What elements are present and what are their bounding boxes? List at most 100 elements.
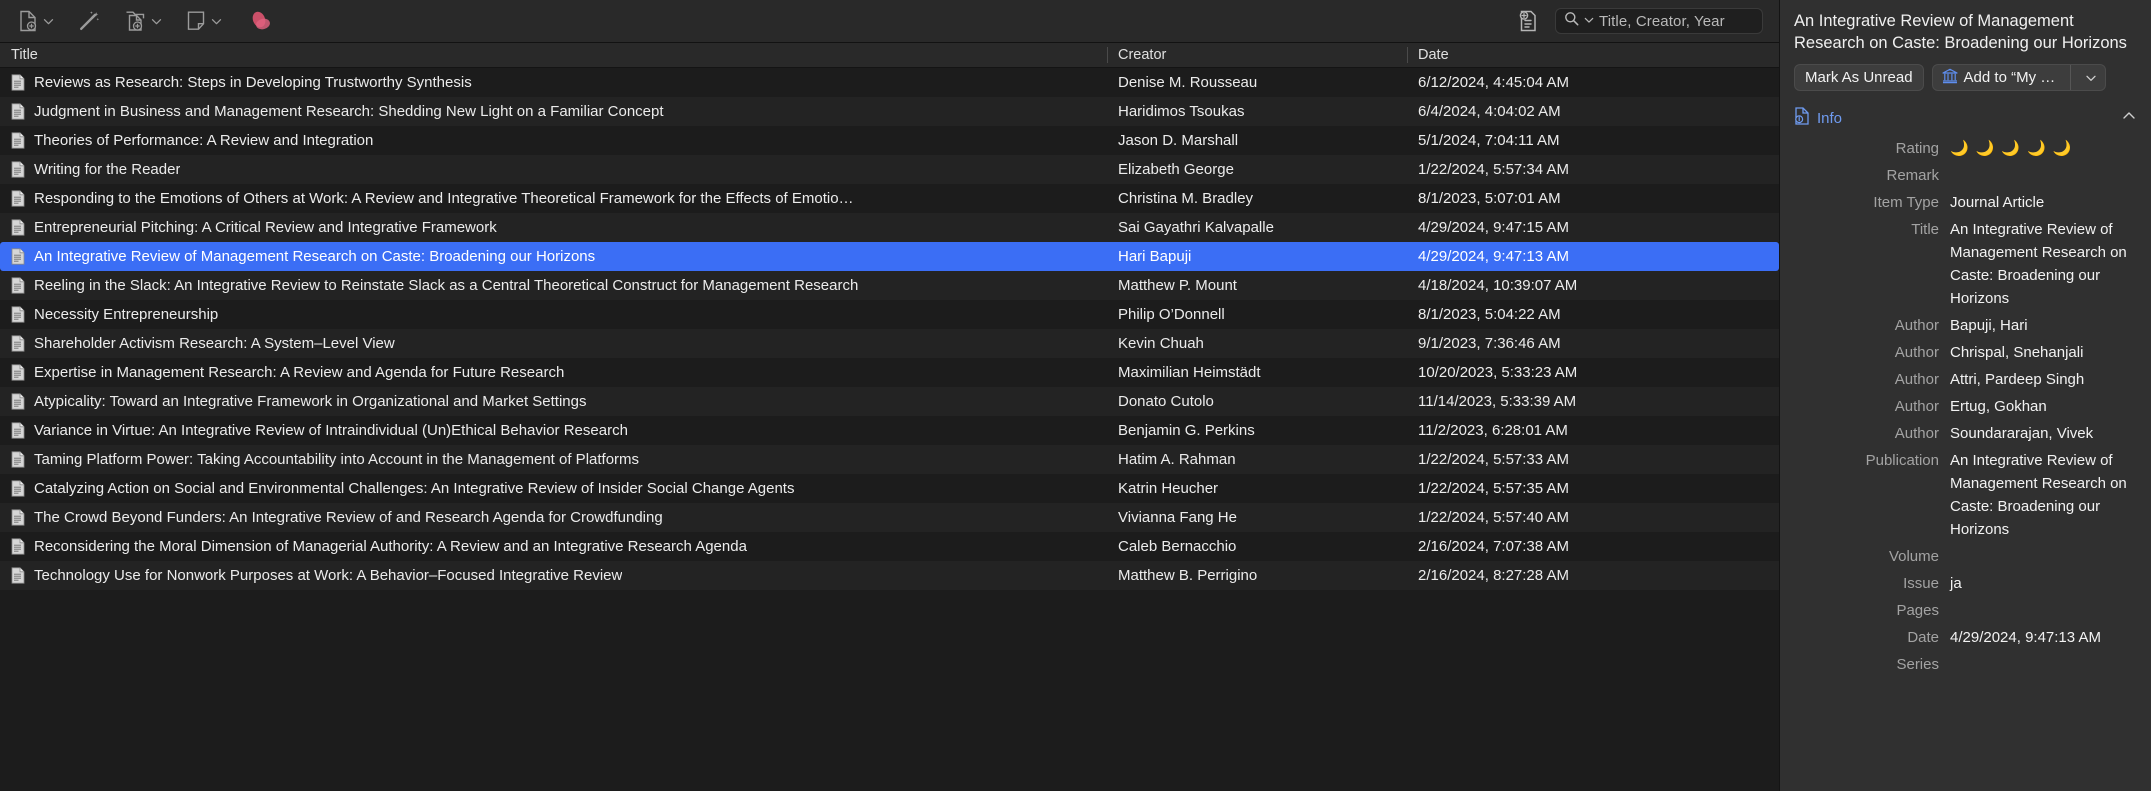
table-row[interactable]: Necessity Entrepreneurship Philip O’Donne… xyxy=(0,300,1779,329)
moon-icon[interactable]: 🌙 xyxy=(1950,137,1969,160)
add-to-collection-button[interactable]: Add to “My … xyxy=(1931,64,2107,91)
info-field-value[interactable]: ja xyxy=(1950,572,2137,595)
cell-title: Variance in Virtue: An Integrative Revie… xyxy=(0,422,1107,439)
document-icon xyxy=(11,393,25,410)
info-field-value[interactable]: 4/29/2024, 9:47:13 AM xyxy=(1950,626,2137,649)
search-input[interactable]: Title, Creator, Year xyxy=(1555,8,1763,34)
mark-as-unread-button[interactable]: Mark As Unread xyxy=(1794,64,1924,91)
document-icon xyxy=(11,161,25,178)
table-row[interactable]: Catalyzing Action on Social and Environm… xyxy=(0,474,1779,503)
item-title-text: Writing for the Reader xyxy=(34,161,181,178)
sidebar-action-buttons: Mark As Unread Add to “My … xyxy=(1780,54,2151,103)
item-title-text: Theories of Performance: A Review and In… xyxy=(34,132,374,149)
app-window: Title, Creator, Year Title Creator Date … xyxy=(0,0,2151,791)
document-icon xyxy=(11,219,25,236)
magic-wand-icon xyxy=(78,10,100,32)
document-icon xyxy=(11,567,25,584)
table-row[interactable]: Writing for the Reader Elizabeth George 1/… xyxy=(0,155,1779,184)
cell-creator: Denise M. Rousseau xyxy=(1118,74,1258,91)
document-icon xyxy=(11,132,25,149)
cell-date: 2/16/2024, 7:07:38 AM xyxy=(1418,538,1569,555)
table-row[interactable]: Expertise in Management Research: A Revi… xyxy=(0,358,1779,387)
info-field-label: Pages xyxy=(1896,602,1939,619)
table-row[interactable]: Shareholder Activism Research: A System–… xyxy=(0,329,1779,358)
table-row[interactable]: Atypicality: Toward an Integrative Frame… xyxy=(0,387,1779,416)
table-row[interactable]: Reeling in the Slack: An Integrative Rev… xyxy=(0,271,1779,300)
column-header-creator[interactable]: Creator xyxy=(1107,43,1407,67)
info-field-value[interactable]: Journal Article xyxy=(1950,191,2137,214)
info-field-value[interactable]: Ertug, Gokhan xyxy=(1950,395,2137,418)
cell-creator: Haridimos Tsoukas xyxy=(1118,103,1245,120)
moon-icon[interactable]: 🌙 xyxy=(2001,137,2020,160)
table-row[interactable]: Variance in Virtue: An Integrative Revie… xyxy=(0,416,1779,445)
info-field-label: Item Type xyxy=(1873,194,1939,211)
add-attachment-button[interactable] xyxy=(120,7,166,35)
item-title-text: Catalyzing Action on Social and Environm… xyxy=(34,480,795,497)
item-title-text: Reconsidering the Moral Dimension of Man… xyxy=(34,538,747,555)
moon-icon[interactable]: 🌙 xyxy=(1976,137,1995,160)
column-header-date[interactable]: Date xyxy=(1407,43,1779,67)
info-field-label: Author xyxy=(1894,425,1939,442)
cell-creator: Philip O’Donnell xyxy=(1118,306,1225,323)
info-row: Volume xyxy=(1780,543,2137,570)
chevron-down-icon xyxy=(43,16,54,27)
new-note-icon xyxy=(186,10,206,32)
info-field-value[interactable]: Attri, Pardeep Singh xyxy=(1950,368,2137,391)
table-row[interactable]: Responding to the Emotions of Others at … xyxy=(0,184,1779,213)
main-pane: Title, Creator, Year Title Creator Date … xyxy=(0,0,1779,791)
cell-date: 1/22/2024, 5:57:35 AM xyxy=(1418,480,1569,497)
cell-creator: Sai Gayathri Kalvapalle xyxy=(1118,219,1274,236)
chevron-up-icon[interactable] xyxy=(2121,108,2137,128)
add-by-identifier-button[interactable] xyxy=(74,7,104,35)
item-title-text: Responding to the Emotions of Others at … xyxy=(34,190,854,207)
table-row[interactable]: An Integrative Review of Management Rese… xyxy=(0,242,1779,271)
info-section-header[interactable]: Info xyxy=(1780,103,2151,135)
info-field-value[interactable]: An Integrative Review of Management Rese… xyxy=(1950,218,2137,310)
add-to-collection-chevron-icon[interactable] xyxy=(2077,65,2105,90)
table-row[interactable]: Theories of Performance: A Review and In… xyxy=(0,126,1779,155)
info-field-value[interactable]: Soundararajan, Vivek xyxy=(1950,422,2137,445)
document-icon xyxy=(11,422,25,439)
info-field-label: Rating xyxy=(1895,140,1939,157)
cell-title: Judgment in Business and Management Rese… xyxy=(0,103,1107,120)
moon-icon[interactable]: 🌙 xyxy=(2027,137,2046,160)
table-row[interactable]: Taming Platform Power: Taking Accountabi… xyxy=(0,445,1779,474)
search-scope-chevron-icon[interactable] xyxy=(1584,12,1594,30)
table-row[interactable]: Judgment in Business and Management Rese… xyxy=(0,97,1779,126)
cell-title: Reconsidering the Moral Dimension of Man… xyxy=(0,538,1107,555)
info-field-label: Issue xyxy=(1903,575,1939,592)
new-note-button[interactable] xyxy=(182,7,226,35)
cell-date: 6/12/2024, 4:45:04 AM xyxy=(1418,74,1569,91)
info-row: Series xyxy=(1780,651,2137,678)
column-header-creator-label: Creator xyxy=(1118,47,1167,63)
info-field-value[interactable]: Bapuji, Hari xyxy=(1950,314,2137,337)
cell-date: 11/14/2023, 5:33:39 AM xyxy=(1418,393,1577,410)
table-row[interactable]: Reviews as Research: Steps in Developing… xyxy=(0,68,1779,97)
info-row: Issue ja xyxy=(1780,570,2137,597)
table-row[interactable]: The Crowd Beyond Funders: An Integrative… xyxy=(0,503,1779,532)
column-header-title-label: Title xyxy=(11,47,38,63)
info-field-value[interactable]: 🌙 🌙 🌙 🌙 🌙 xyxy=(1950,137,2137,160)
rating-stars[interactable]: 🌙 🌙 🌙 🌙 🌙 xyxy=(1950,137,2129,160)
info-field-value[interactable]: An Integrative Review of Management Rese… xyxy=(1950,449,2137,541)
cell-date: 4/29/2024, 9:47:13 AM xyxy=(1418,248,1569,265)
cell-creator: Caleb Bernacchio xyxy=(1118,538,1237,555)
cell-creator: Hari Bapuji xyxy=(1118,248,1192,265)
moon-icon[interactable]: 🌙 xyxy=(2053,137,2072,160)
document-icon xyxy=(11,509,25,526)
info-row: Rating 🌙 🌙 🌙 🌙 🌙 xyxy=(1780,135,2137,162)
table-row[interactable]: Technology Use for Nonwork Purposes at W… xyxy=(0,561,1779,590)
item-title-text: The Crowd Beyond Funders: An Integrative… xyxy=(34,509,663,526)
info-row: Pages xyxy=(1780,597,2137,624)
column-header-title[interactable]: Title xyxy=(0,43,1107,67)
info-field-value[interactable]: Chrispal, Snehanjali xyxy=(1950,341,2137,364)
cell-creator: Maximilian Heimstädt xyxy=(1118,364,1261,381)
locate-icon[interactable] xyxy=(1515,8,1541,34)
button-divider xyxy=(2070,65,2072,90)
info-field-label: Author xyxy=(1894,371,1939,388)
new-item-button[interactable] xyxy=(14,7,58,35)
table-row[interactable]: Entrepreneurial Pitching: A Critical Rev… xyxy=(0,213,1779,242)
info-row: Remark xyxy=(1780,162,2137,189)
table-row[interactable]: Reconsidering the Moral Dimension of Man… xyxy=(0,532,1779,561)
info-section-label: Info xyxy=(1817,109,1843,127)
